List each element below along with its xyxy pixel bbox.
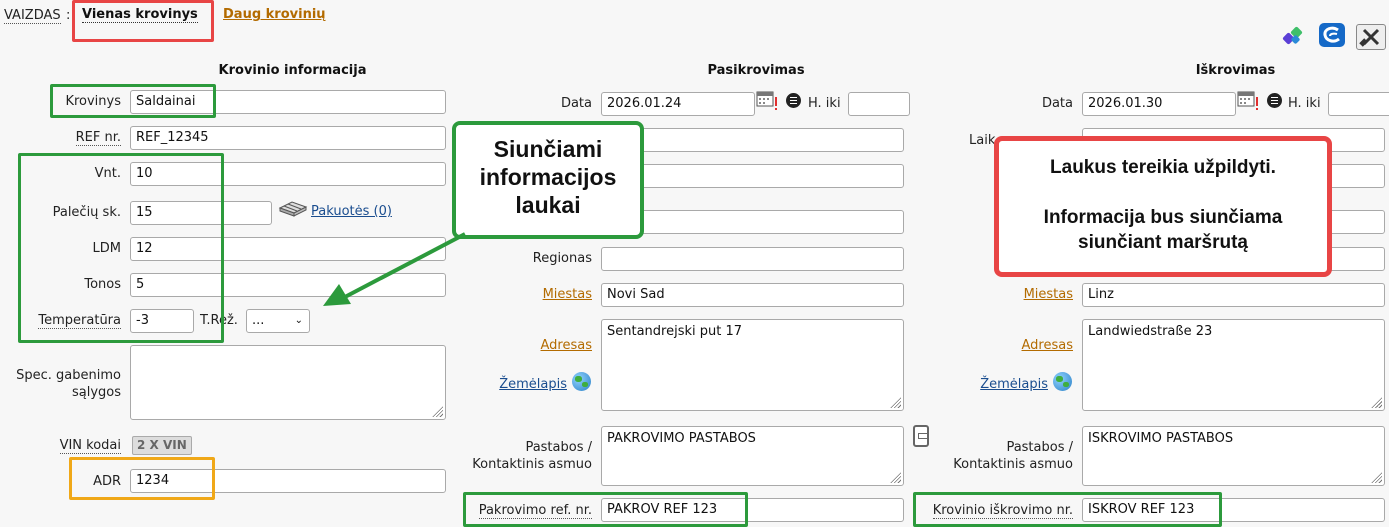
ref-label: REF nr.: [75, 130, 121, 146]
loading-field-2[interactable]: [601, 128, 904, 152]
temperature-label: Temperatūra: [38, 313, 121, 329]
ref-input[interactable]: REF_12345: [130, 126, 446, 150]
phone-contact-icon[interactable]: [913, 425, 929, 447]
calendar-icon[interactable]: [1237, 90, 1259, 112]
green-callout-line-1: Siunčiami: [493, 136, 603, 162]
temp-mode-select[interactable]: ... ⌄: [246, 309, 310, 333]
resize-grip-icon[interactable]: [431, 405, 443, 417]
tools-icon[interactable]: [1356, 24, 1386, 50]
unloading-city-link[interactable]: Miestas: [1024, 287, 1073, 302]
special-conditions-label-1: Spec. gabenimo: [16, 368, 121, 383]
menu-circle-icon[interactable]: [786, 93, 801, 108]
adr-input[interactable]: 1234: [130, 469, 446, 493]
tab-single-cargo[interactable]: Vienas krovinys: [82, 7, 198, 23]
integration-logo-icon[interactable]: [1318, 22, 1346, 48]
unloading-address-link[interactable]: Adresas: [1022, 338, 1074, 353]
loading-ref-label: Pakrovimo ref. nr.: [478, 503, 592, 519]
unloading-section-title: Iškrovimas: [1195, 63, 1276, 78]
special-conditions-textarea[interactable]: [130, 345, 446, 420]
loading-address-textarea[interactable]: Sentandrejski put 17: [601, 319, 904, 411]
unloading-date-label: Data: [1041, 96, 1073, 111]
units-label: Vnt.: [94, 166, 121, 181]
loading-map-link[interactable]: Žemėlapis: [499, 377, 567, 392]
loading-field-3[interactable]: [601, 164, 904, 188]
tab-multiple-cargo[interactable]: Daug krovinių: [223, 7, 326, 22]
loading-region-input[interactable]: [601, 247, 904, 271]
loading-date-label: Data: [560, 96, 592, 111]
unloading-address-textarea[interactable]: Landwiedstraße 23: [1082, 319, 1385, 411]
loading-region-label: Regionas: [532, 251, 592, 266]
loading-section-title: Pasikrovimas: [707, 63, 805, 78]
loading-date-input[interactable]: 2026.01.24: [601, 92, 755, 116]
unloading-map-link[interactable]: Žemėlapis: [980, 377, 1048, 392]
globe-icon[interactable]: [1053, 372, 1072, 391]
green-callout: Siunčiami informacijos laukai: [452, 121, 644, 239]
pallet-icon: [278, 198, 308, 218]
red-callout-line-1: Laukus tereikia užpildyti.: [1050, 157, 1276, 178]
packages-link[interactable]: Pakuotės (0): [311, 204, 392, 219]
loading-hour-label: H. iki: [808, 96, 841, 111]
red-callout: Laukus tereikia užpildyti. Informacija b…: [994, 136, 1332, 277]
globe-icon[interactable]: [572, 372, 591, 391]
unloading-ref-input[interactable]: ISKROV REF 123: [1082, 498, 1385, 522]
chevron-down-icon: ⌄: [294, 315, 303, 326]
calendar-icon[interactable]: [756, 90, 778, 112]
loading-city-link[interactable]: Miestas: [543, 287, 592, 302]
tons-label: Tonos: [84, 277, 121, 292]
unloading-notes-label-2: Kontaktinis asmuo: [953, 457, 1073, 472]
unloading-hour-label: H. iki: [1288, 96, 1321, 111]
temperature-input[interactable]: -3: [130, 309, 194, 333]
resize-grip-icon[interactable]: [1370, 471, 1382, 483]
vin-label: VIN kodai: [59, 438, 121, 454]
red-callout-line-2: Informacija bus siunčiama: [1043, 207, 1283, 228]
loading-city-input[interactable]: Novi Sad: [601, 283, 904, 307]
ldm-label: LDM: [92, 241, 121, 256]
temp-mode-label: T.Rež.: [200, 313, 238, 328]
red-callout-line-3: siunčiant maršrutą: [1078, 232, 1248, 253]
cargo-section-title: Krovinio informacija: [218, 63, 367, 78]
view-label: VAIZDAS: [4, 8, 61, 24]
resize-grip-icon[interactable]: [889, 471, 901, 483]
loading-ref-input[interactable]: PAKROV REF 123: [601, 498, 904, 522]
unloading-ref-label: Krovinio iškrovimo nr.: [932, 503, 1073, 519]
cargo-label: Krovinys: [65, 94, 121, 109]
vin-button[interactable]: 2 X VIN: [132, 436, 192, 455]
unloading-notes-label-1: Pastabos /: [1006, 440, 1073, 455]
loading-address-link[interactable]: Adresas: [541, 338, 593, 353]
unloading-time-label: Laik: [969, 133, 996, 148]
resize-grip-icon[interactable]: [1370, 396, 1382, 408]
cargo-input[interactable]: Saldainai: [130, 90, 446, 114]
unloading-notes-textarea[interactable]: ISKROVIMO PASTABOS: [1082, 426, 1385, 486]
unloading-hour-input[interactable]: [1328, 92, 1389, 116]
resize-grip-icon[interactable]: [889, 396, 901, 408]
loading-field-4[interactable]: [601, 210, 904, 234]
green-callout-line-3: laukai: [515, 192, 581, 218]
pallets-input[interactable]: 15: [130, 201, 272, 225]
unloading-city-input[interactable]: Linz: [1082, 283, 1385, 307]
view-colon: :: [66, 8, 71, 23]
app-logo-icon[interactable]: [1280, 24, 1306, 48]
loading-notes-label-2: Kontaktinis asmuo: [472, 457, 592, 472]
callout-arrow: [323, 232, 466, 306]
loading-hour-input[interactable]: [848, 92, 910, 116]
loading-notes-label-1: Pastabos /: [525, 440, 592, 455]
special-conditions-label-2: sąlygos: [71, 385, 121, 400]
menu-circle-icon[interactable]: [1267, 93, 1282, 108]
pallets-label: Palečių sk.: [52, 205, 121, 220]
adr-label: ADR: [93, 474, 121, 489]
unloading-date-input[interactable]: 2026.01.30: [1082, 92, 1236, 116]
units-input[interactable]: 10: [130, 162, 446, 186]
loading-notes-textarea[interactable]: PAKROVIMO PASTABOS: [601, 426, 904, 486]
green-callout-line-2: informacijos: [479, 164, 617, 190]
